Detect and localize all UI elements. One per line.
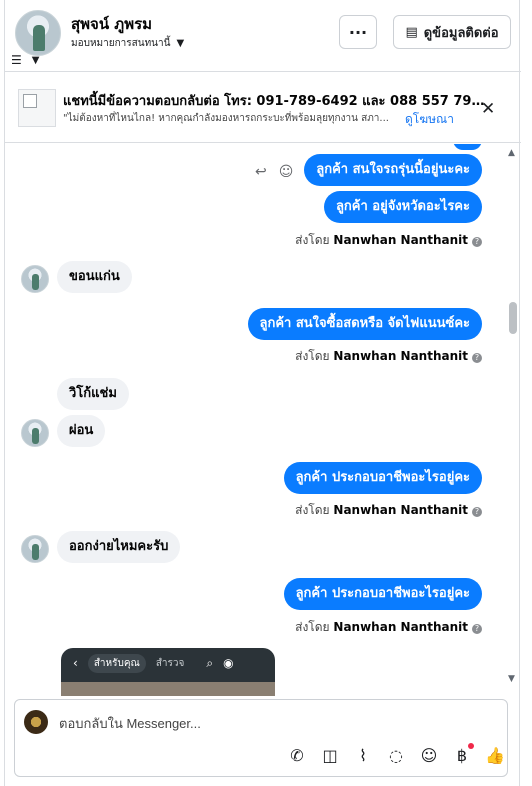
page-avatar[interactable]: [24, 710, 48, 734]
contact-avatar-small[interactable]: [21, 419, 49, 447]
sender-name: Nanwhan Nanthanit: [333, 620, 468, 634]
attachment-tab-for-you: สำหรับคุณ: [87, 653, 146, 673]
close-icon[interactable]: ✕: [481, 99, 495, 119]
contact-name[interactable]: สุพจน์ ภูพรม: [71, 12, 152, 36]
chevron-left-icon: ‹: [73, 656, 78, 670]
smile-icon[interactable]: ☺: [279, 164, 294, 180]
message-bubble-partial: .: [453, 144, 482, 150]
message-bubble-outgoing[interactable]: ลูกค้า สนใจรถรุ่นนี้อยู่นะคะ: [304, 154, 482, 186]
view-ad-link[interactable]: ดูโฆษณา: [405, 110, 454, 129]
sender-name: Nanwhan Nanthanit: [333, 503, 468, 517]
view-contact-info-button[interactable]: ▤ ดูข้อมูลติดต่อ: [393, 15, 511, 49]
message-bubble-incoming[interactable]: ขอนแก่น: [57, 261, 132, 293]
info-icon[interactable]: ?: [472, 507, 482, 517]
ad-thumbnail[interactable]: [18, 89, 56, 127]
message-bubble-outgoing[interactable]: ลูกค้า อยู่จังหวัดอะไรคะ: [323, 191, 482, 223]
sent-by-label: ส่งโดย Nanwhan Nanthanit?: [295, 347, 482, 366]
reply-input[interactable]: [59, 714, 479, 732]
message-bubble-incoming[interactable]: ออกง่ายไหมคะรับ: [57, 531, 181, 563]
paperclip-icon[interactable]: ⌇: [353, 746, 373, 765]
sliders-icon: ☰: [11, 53, 22, 67]
sent-by-prefix: ส่งโดย: [295, 620, 330, 634]
conversation-header: สุพจน์ ภูพรม มอบหมายการสนทนานี้ ▼ ☰ ▼ ··…: [5, 0, 521, 72]
inbox-conversation-panel: สุพจน์ ภูพรม มอบหมายการสนทนานี้ ▼ ☰ ▼ ··…: [4, 0, 521, 786]
sent-by-label: ส่งโดย Nanwhan Nanthanit?: [295, 231, 482, 250]
user-icon: ◉: [223, 656, 234, 670]
sender-name: Nanwhan Nanthanit: [333, 233, 468, 247]
id-card-icon: ▤: [405, 24, 418, 40]
message-bubble-incoming[interactable]: ผ่อน: [57, 415, 106, 447]
assign-label: มอบหมายการสนทนานี้: [71, 38, 171, 49]
shopping-bag-icon[interactable]: ◫: [320, 746, 340, 765]
sent-by-label: ส่งโดย Nanwhan Nanthanit?: [295, 618, 482, 637]
reply-icon[interactable]: ↩: [255, 164, 267, 180]
message-bubble-outgoing[interactable]: ลูกค้า ประกอบอาชีพอะไรอยู่คะ: [283, 462, 482, 494]
view-contact-info-label: ดูข้อมูลติดต่อ: [423, 25, 499, 41]
notification-dot: [468, 742, 474, 749]
search-icon: ⌕: [206, 655, 214, 670]
scroll-down-arrow-icon[interactable]: ▼: [508, 674, 515, 684]
message-thread: . ↩ ☺ ลูกค้า สนใจรถรุ่นนี้อยู่นะคะ ลูกค้…: [5, 144, 521, 696]
assign-conversation-dropdown[interactable]: มอบหมายการสนทนานี้ ▼: [71, 36, 184, 51]
message-actions: ↩ ☺: [255, 164, 293, 180]
info-icon[interactable]: ?: [472, 237, 482, 247]
composer-toolbar: ✆ ◫ ⌇ ◌ ☺ ฿ 👍: [287, 742, 505, 766]
baht-payment-icon[interactable]: ฿: [452, 742, 474, 765]
info-icon[interactable]: ?: [472, 624, 482, 634]
message-bubble-incoming[interactable]: วิโก้แช่ม: [57, 378, 129, 410]
contact-avatar[interactable]: [15, 10, 61, 56]
sender-name: Nanwhan Nanthanit: [333, 349, 468, 363]
ad-title: แชทนี้มีข้อความตอบกลับต่อ โทร: 091-789-6…: [63, 94, 485, 109]
message-bubble-outgoing[interactable]: ลูกค้า ประกอบอาชีพอะไรอยู่คะ: [283, 578, 482, 610]
thread-scrollbar[interactable]: ▲ ▼: [505, 144, 521, 696]
attachment-app-bar: ‹ สำหรับคุณ สำรวจ ⌕ ◉: [61, 652, 275, 674]
contact-avatar-small[interactable]: [21, 265, 49, 293]
contact-avatar-small[interactable]: [21, 535, 49, 563]
phone-plus-icon[interactable]: ✆: [287, 746, 307, 765]
ad-reference-banner: แชทนี้มีข้อความตอบกลับต่อ โทร: 091-789-6…: [5, 73, 521, 143]
more-options-button[interactable]: ···: [339, 15, 377, 49]
sent-by-prefix: ส่งโดย: [295, 349, 330, 363]
info-icon[interactable]: ?: [472, 353, 482, 363]
shared-screenshot-attachment[interactable]: ‹ สำหรับคุณ สำรวจ ⌕ ◉: [61, 648, 275, 696]
sent-by-label: ส่งโดย Nanwhan Nanthanit?: [295, 501, 482, 520]
thumbs-up-icon[interactable]: 👍: [485, 746, 505, 765]
attachment-tab-explore: สำรวจ: [155, 657, 185, 669]
scrollbar-thumb[interactable]: [509, 302, 517, 334]
scroll-up-arrow-icon[interactable]: ▲: [508, 148, 515, 158]
sent-by-prefix: ส่งโดย: [295, 503, 330, 517]
caret-down-icon: ▼: [31, 54, 40, 66]
ad-subtitle: "ไม่ต้องหาที่ไหนไกล! หากคุณกำลังมองหารถก…: [63, 113, 389, 124]
emoji-icon[interactable]: ☺: [419, 746, 439, 765]
conversation-settings[interactable]: ☰ ▼: [11, 52, 55, 68]
sent-by-prefix: ส่งโดย: [295, 233, 330, 247]
caret-down-icon: ▼: [176, 38, 185, 49]
message-bubble-outgoing[interactable]: ลูกค้า สนใจซื้อสดหรือ จัดไฟแนนซ์คะ: [247, 308, 482, 340]
reply-composer: ✆ ◫ ⌇ ◌ ☺ ฿ 👍: [14, 699, 508, 777]
saved-reply-icon[interactable]: ◌: [386, 746, 406, 765]
